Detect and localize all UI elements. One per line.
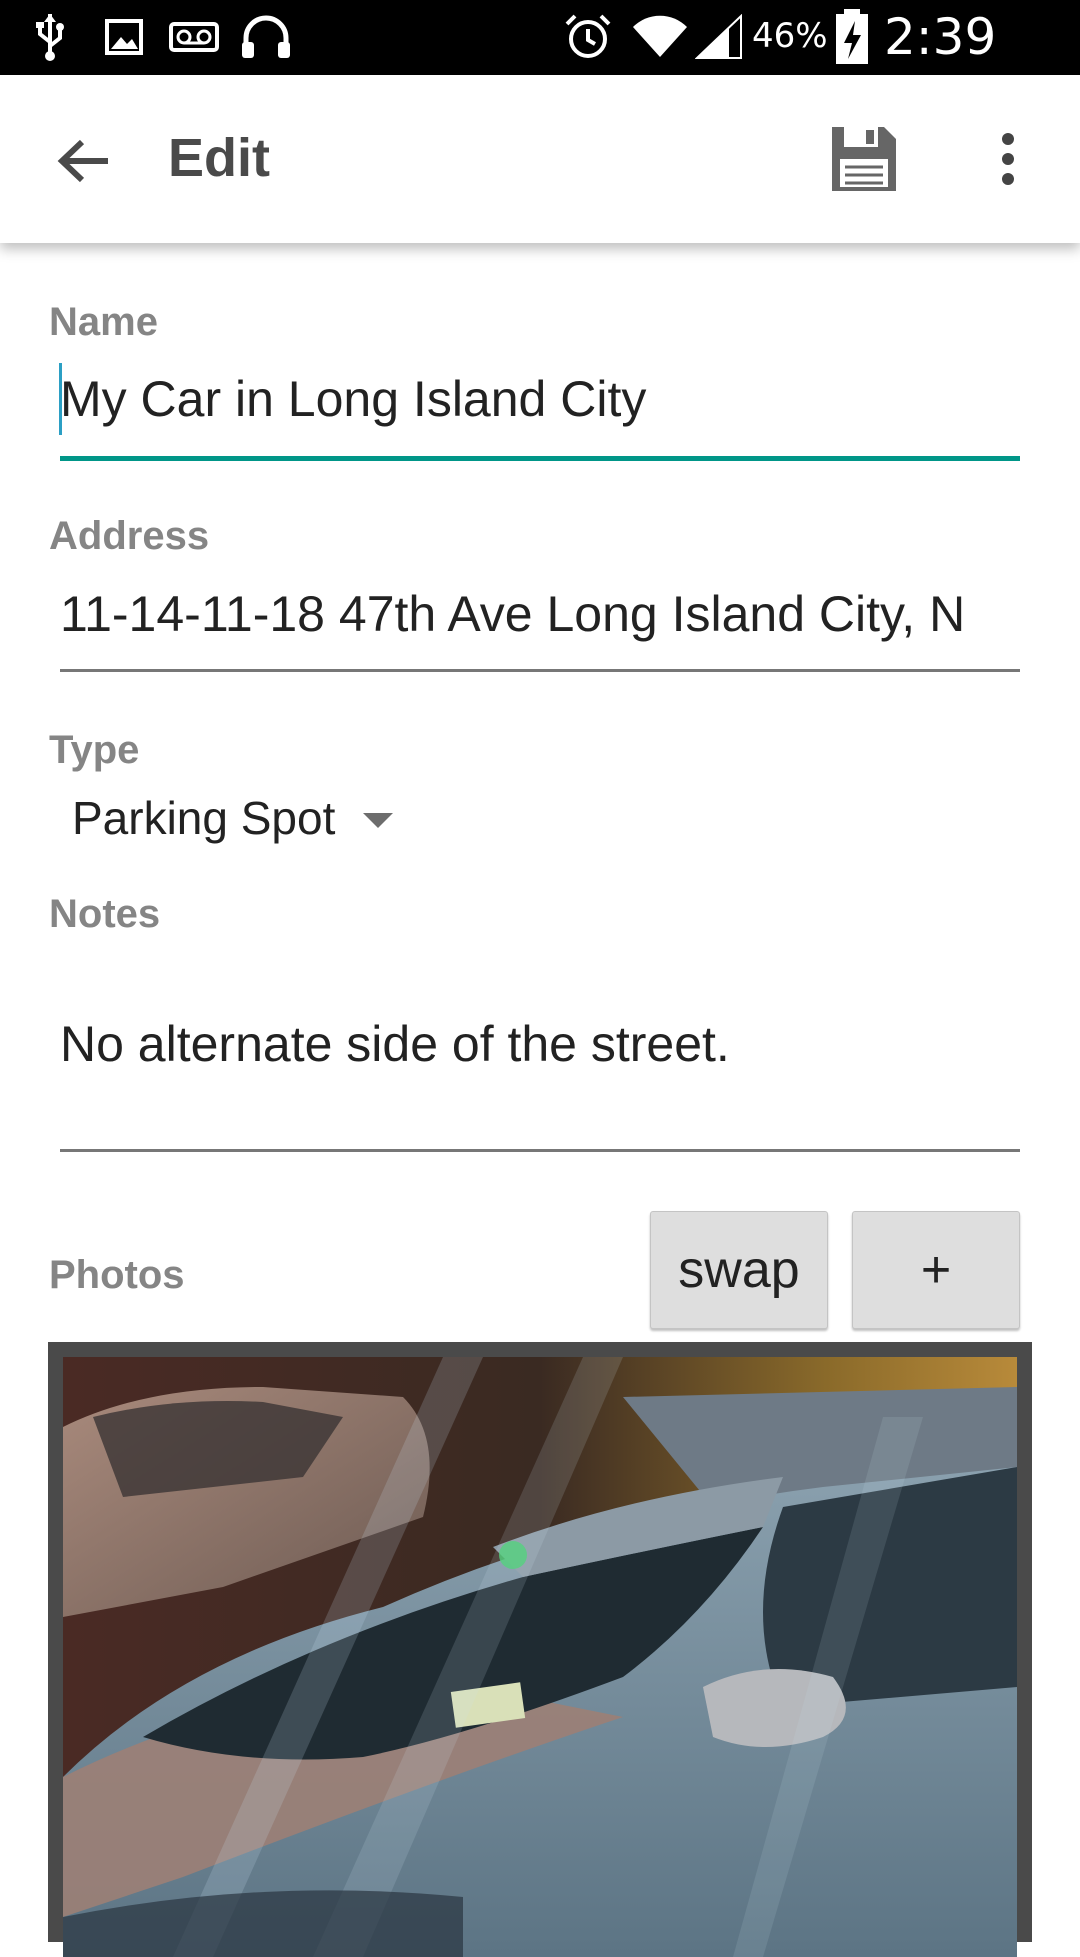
dropdown-arrow-icon	[363, 812, 394, 828]
name-field-underline	[60, 456, 1020, 461]
address-label: Address	[49, 514, 210, 558]
battery-percent: 46%	[752, 16, 828, 56]
add-photo-button[interactable]: +	[852, 1211, 1020, 1329]
type-label: Type	[49, 728, 140, 772]
alarm-icon	[562, 12, 614, 62]
battery-charging-icon	[832, 9, 872, 64]
address-field[interactable]: 11-14-11-18 47th Ave Long Island City, N	[60, 585, 1018, 643]
voicemail-icon	[168, 12, 220, 62]
swap-button[interactable]: swap	[650, 1211, 828, 1329]
car-photo[interactable]	[63, 1357, 1017, 1957]
usb-icon	[30, 12, 70, 62]
notes-field-underline	[60, 1149, 1020, 1152]
overflow-menu-icon[interactable]	[980, 121, 1036, 197]
type-dropdown[interactable]: Parking Spot	[72, 785, 394, 851]
back-arrow-icon[interactable]	[48, 125, 120, 197]
text-cursor	[59, 363, 62, 435]
type-dropdown-value: Parking Spot	[72, 792, 336, 844]
photos-label: Photos	[49, 1253, 185, 1297]
signal-icon	[694, 12, 744, 62]
photo-frame	[48, 1342, 1032, 1957]
name-field[interactable]: My Car in Long Island City	[60, 370, 1020, 428]
notes-field[interactable]: No alternate side of the street.	[60, 1015, 1020, 1073]
app-bar: Edit	[0, 75, 1080, 243]
name-label: Name	[49, 300, 158, 344]
page-title: Edit	[168, 128, 270, 188]
save-icon[interactable]	[826, 121, 902, 197]
image-icon	[104, 12, 144, 62]
notes-label: Notes	[49, 892, 161, 936]
headset-icon	[238, 12, 294, 62]
address-field-underline	[60, 669, 1020, 672]
status-bar: 46% 2:39 AM	[0, 0, 1080, 124]
wifi-icon	[630, 12, 690, 62]
